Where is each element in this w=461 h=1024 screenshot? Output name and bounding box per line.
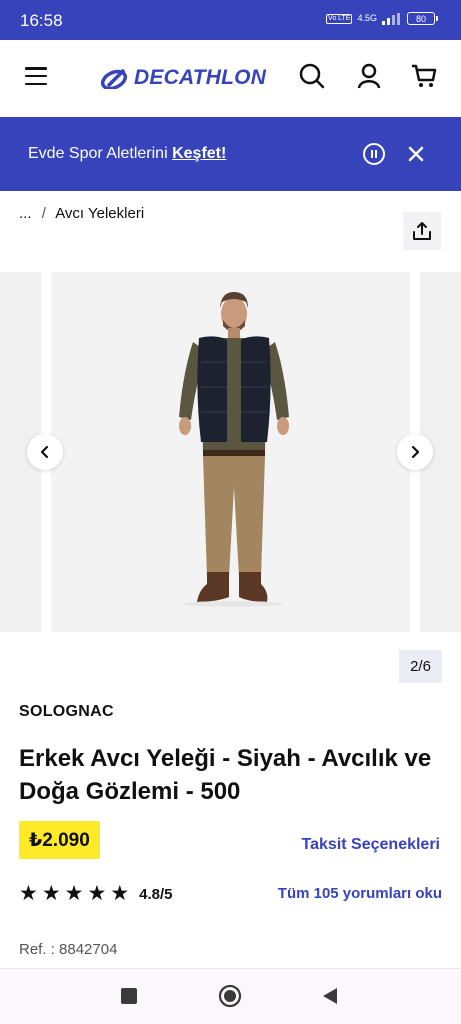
gallery-prev-button[interactable] [27, 434, 63, 470]
home-icon[interactable] [218, 984, 242, 1008]
recent-apps-icon[interactable] [117, 984, 141, 1008]
chevron-right-icon [411, 445, 420, 459]
banner-link[interactable]: Keşfet! [172, 145, 226, 162]
star-icon: ★ [19, 882, 38, 905]
rating-stars[interactable]: ★ ★ ★ ★ ★ 4.8/5 [19, 883, 173, 905]
close-icon[interactable] [406, 144, 426, 164]
signal-icon [382, 12, 400, 25]
network-type: 4.5G [357, 13, 377, 23]
search-icon[interactable] [298, 62, 326, 90]
gallery-next-button[interactable] [397, 434, 433, 470]
product-brand[interactable]: SOLOGNAC [19, 703, 114, 721]
back-icon[interactable] [318, 984, 342, 1008]
breadcrumb-ellipsis[interactable]: ... [19, 205, 32, 222]
star-icon: ★ [110, 882, 130, 905]
volte-icon: Vo LTE [326, 13, 353, 24]
status-bar: 16:58 Vo LTE 4.5G 80 [0, 0, 461, 40]
app-header: DECATHLON [0, 40, 461, 117]
status-time: 16:58 [20, 11, 63, 30]
product-photo [51, 272, 410, 632]
star-icon: ★ [64, 882, 84, 905]
promo-banner: Evde Spor Aletlerini Keşfet! [0, 117, 461, 191]
system-navigation-bar [0, 969, 461, 1024]
share-icon [413, 222, 431, 240]
product-title: Erkek Avcı Yeleği - Siyah - Avcılık ve D… [19, 745, 432, 805]
chevron-left-icon [40, 445, 49, 459]
installment-options-link[interactable]: Taksit Seçenekleri [302, 836, 440, 854]
pause-icon[interactable] [363, 143, 385, 165]
banner-text: Evde Spor Aletlerini Keşfet! [28, 145, 226, 163]
breadcrumb: ... / Avcı Yelekleri [19, 205, 144, 222]
battery-icon: 80 [407, 12, 438, 25]
menu-icon[interactable] [25, 67, 47, 85]
banner-message: Evde Spor Aletlerini [28, 145, 168, 162]
status-icons: Vo LTE 4.5G 80 [326, 12, 438, 25]
user-icon[interactable] [355, 62, 383, 90]
logo-mark-icon [100, 68, 128, 89]
rating-value: 4.8/5 [139, 885, 173, 903]
breadcrumb-separator: / [41, 205, 46, 222]
star-icon: ★ [41, 882, 61, 905]
product-price: ₺2.090 [19, 821, 100, 859]
all-reviews-link[interactable]: Tüm 105 yorumları oku [278, 885, 442, 902]
product-image[interactable] [51, 272, 410, 632]
product-gallery [0, 272, 461, 632]
breadcrumb-current[interactable]: Avcı Yelekleri [55, 205, 144, 222]
brand-name: DECATHLON [134, 66, 267, 89]
share-button[interactable] [403, 212, 441, 250]
decathlon-logo[interactable]: DECATHLON [100, 63, 266, 93]
star-icon: ★ [87, 882, 107, 905]
cart-icon[interactable] [410, 62, 438, 90]
gallery-counter: 2/6 [399, 650, 442, 683]
product-ref: Ref. : 8842704 [19, 941, 118, 958]
